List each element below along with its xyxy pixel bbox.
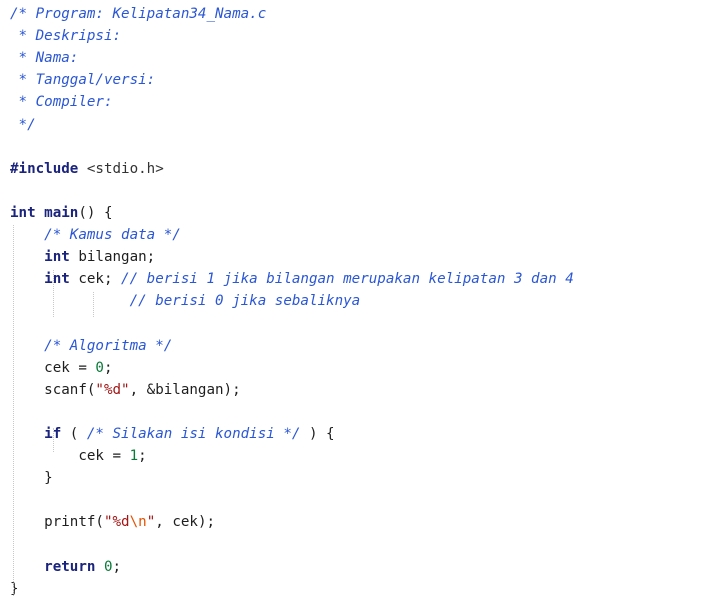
code-token-text: bilangan;: [69, 249, 156, 266]
code-token-number: 0: [103, 558, 113, 575]
code-line: */: [10, 114, 36, 136]
code-line: /* Algoritma */: [10, 335, 172, 357]
code-line: if ( /* Silakan isi kondisi */ ) {: [10, 423, 335, 445]
code-token-comment: * Compiler:: [10, 94, 113, 111]
code-token-comment: * Deskripsi:: [10, 28, 122, 45]
code-line: * Nama:: [10, 47, 79, 69]
code-token-comment: /* Kamus data */: [44, 227, 181, 243]
code-line: printf("%d\n", cek);: [10, 511, 215, 533]
code-token-comment: /* Silakan isi kondisi */: [86, 425, 301, 442]
code-line: cek = 1;: [10, 445, 147, 467]
code-token-text: ) {: [300, 425, 335, 442]
code-token-keyword: int: [44, 249, 70, 266]
code-line: int bilangan;: [10, 246, 155, 268]
code-token-header: <stdio.h>: [78, 160, 164, 177]
code-line: * Deskripsi:: [10, 25, 122, 47]
code-line: return 0;: [10, 556, 121, 578]
code-token-text: cek;: [69, 271, 122, 288]
code-token-string: ": [146, 514, 156, 531]
code-token-text: , cek);: [155, 514, 216, 531]
code-token-string: "%d: [103, 514, 130, 531]
code-line: }: [10, 467, 53, 489]
code-line: int main() {: [10, 202, 113, 224]
code-line: #include <stdio.h>: [10, 158, 164, 180]
code-token-preproc: #include: [10, 160, 79, 177]
code-token-text: }: [10, 580, 19, 597]
code-line: // berisi 0 jika sebaliknya: [10, 290, 361, 312]
code-token-comment: /* Program: Kelipatan34_Nama.c: [10, 6, 267, 22]
indent-guide: [53, 428, 54, 452]
code-token-text: () {: [78, 204, 113, 221]
code-line: }: [10, 578, 19, 600]
code-token-number: 0: [95, 359, 104, 376]
code-token-comment: // berisi 1 jika bilangan merupakan keli…: [121, 271, 574, 288]
code-line: int cek; // berisi 1 jika bilangan merup…: [10, 268, 574, 290]
code-token-text: cek =: [10, 359, 96, 376]
code-token-comment: /* Algoritma */: [44, 337, 173, 354]
code-token-string: "%d": [95, 381, 130, 398]
code-token-keyword: return: [44, 558, 96, 575]
code-token-text: ;: [138, 448, 147, 464]
code-token-comment: */: [10, 116, 36, 133]
code-token-text: ;: [112, 558, 122, 575]
code-token-comment: // berisi 0 jika sebaliknya: [129, 293, 361, 310]
code-token-text: printf(: [10, 514, 104, 531]
code-token-text: , &bilangan);: [129, 381, 241, 398]
code-token-keyword: int: [10, 204, 36, 221]
code-editor[interactable]: /* Program: Kelipatan34_Nama.c * Deskrip…: [0, 0, 717, 610]
code-token-fn: main: [44, 204, 79, 221]
code-token-text: ;: [103, 359, 113, 376]
code-line: /* Program: Kelipatan34_Nama.c: [10, 3, 266, 25]
code-line: scanf("%d", &bilangan);: [10, 379, 241, 401]
code-token-text: scanf(: [10, 381, 96, 398]
indent-guide: [13, 225, 14, 596]
code-line: * Tanggal/versi:: [10, 69, 156, 91]
code-token-keyword: int: [44, 271, 70, 288]
code-token-comment: * Nama:: [10, 50, 79, 67]
code-line: /* Kamus data */: [10, 224, 181, 246]
indent-guide: [93, 292, 94, 317]
indent-guide: [53, 270, 54, 317]
code-token-number: 1: [129, 448, 139, 464]
code-token-comment: * Tanggal/versi:: [10, 72, 156, 89]
code-token-esc: \n: [129, 514, 147, 531]
code-token-text: cek =: [10, 448, 130, 464]
code-line: cek = 0;: [10, 357, 113, 379]
code-token-text: (: [61, 425, 87, 442]
code-token-text: }: [10, 470, 53, 487]
code-line: * Compiler:: [10, 91, 113, 113]
